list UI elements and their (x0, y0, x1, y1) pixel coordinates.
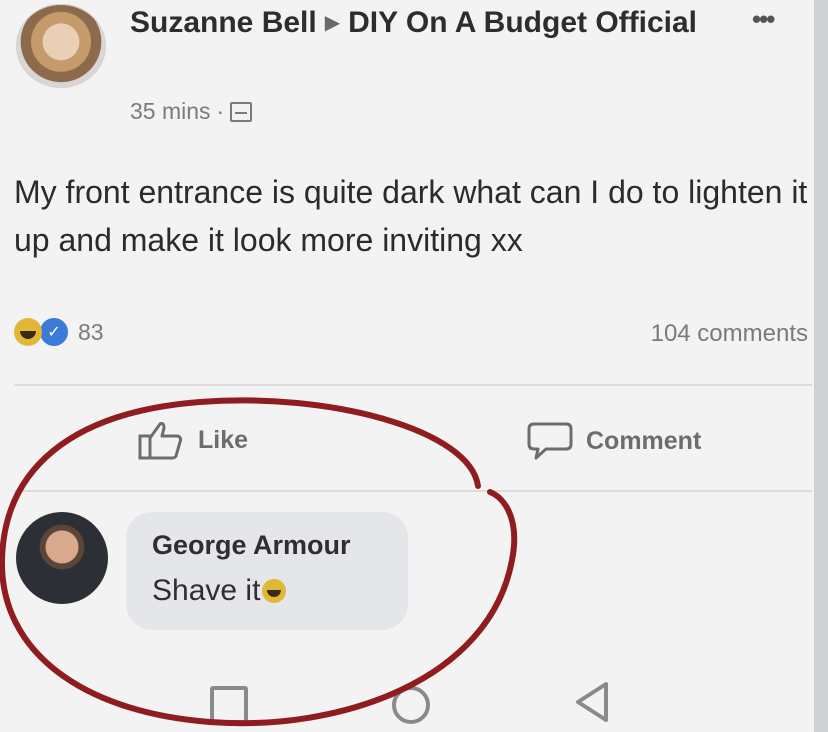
recent-apps-icon[interactable] (210, 686, 248, 724)
group-name[interactable]: DIY On A Budget Official (348, 6, 697, 39)
author-name[interactable]: Suzanne Bell (130, 6, 317, 39)
comment-text-row: Shave it (152, 574, 287, 608)
comment-text: Shave it (152, 574, 261, 607)
meta-separator: · (216, 98, 225, 124)
annotation-circle (0, 397, 518, 727)
post-time[interactable]: 35 mins (130, 98, 211, 125)
divider (14, 490, 812, 492)
post-header: Suzanne Bell ▶ DIY On A Budget Official (130, 2, 730, 44)
commenter-avatar[interactable] (16, 512, 108, 604)
thumbs-up-icon (136, 420, 188, 460)
laughing-emoji-icon (262, 579, 287, 603)
divider (14, 384, 812, 386)
like-reaction-icon: ✓ (38, 316, 70, 348)
group-arrow-icon: ▶ (324, 12, 341, 34)
speech-bubble-icon (526, 420, 574, 462)
like-label: Like (198, 425, 249, 454)
post-text: My front entrance is quite dark what can… (14, 174, 808, 258)
author-avatar[interactable] (16, 4, 106, 88)
like-button[interactable]: Like (136, 420, 248, 460)
globe-icon (230, 101, 253, 122)
screen-edge (814, 0, 828, 732)
comment-label: Comment (586, 426, 702, 455)
back-icon[interactable] (572, 680, 612, 729)
comment-button[interactable]: Comment (526, 420, 701, 462)
comments-count[interactable]: 104 comments (651, 320, 808, 348)
android-nav-bar (0, 662, 814, 732)
reactions-summary[interactable]: ✓ 83 (14, 316, 104, 348)
haha-reaction-icon (14, 318, 42, 346)
home-icon[interactable] (392, 686, 430, 724)
reactions-count: 83 (78, 318, 104, 345)
more-icon[interactable]: ••• (752, 4, 775, 35)
comment-bubble: George Armour Shave it (126, 512, 408, 630)
post-meta: 35 mins · (130, 98, 253, 125)
commenter-name[interactable]: George Armour (152, 530, 351, 561)
